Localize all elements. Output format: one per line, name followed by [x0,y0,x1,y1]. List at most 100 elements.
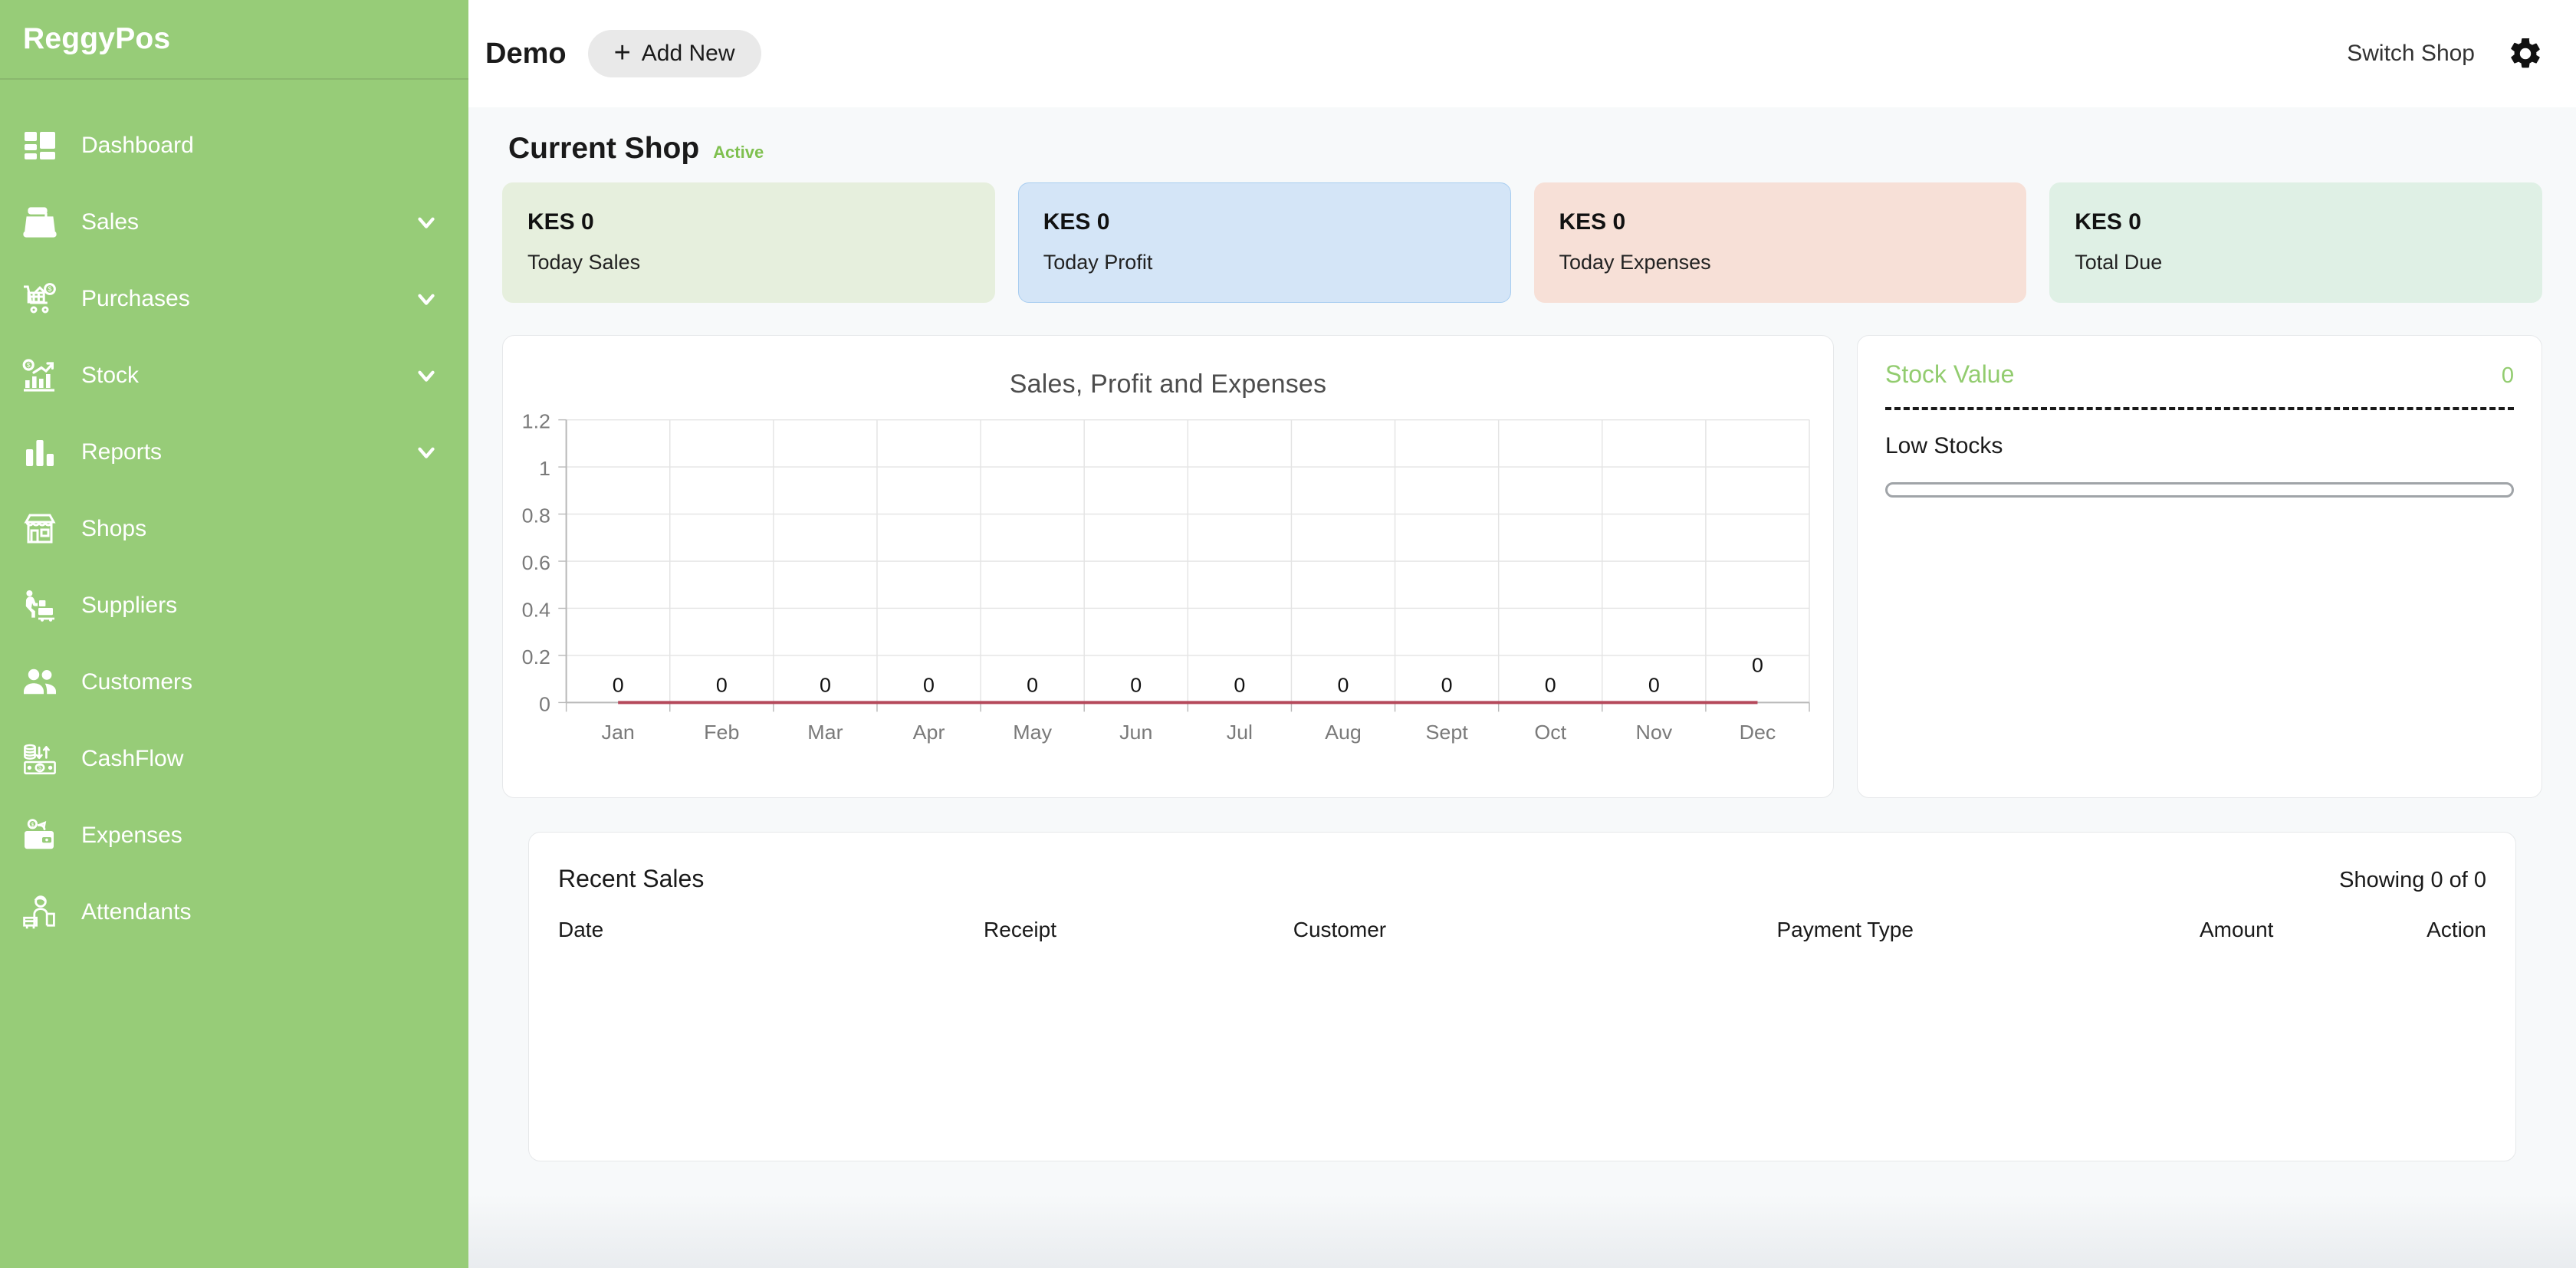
table-header-row: Date Receipt Customer Payment Type Amoun… [555,913,2489,947]
stock-value-row: Stock Value 0 [1885,359,2514,389]
main-area: Demo + Add New Switch Shop Current Shop … [468,0,2576,1268]
divider [1885,407,2514,410]
svg-text:0: 0 [1441,674,1453,696]
sidebar-item-label: Expenses [81,823,182,848]
shopping-cart-icon: $ [20,279,60,319]
brand-name: ReggyPos [23,22,171,55]
stat-card-today-expenses[interactable]: KES 0 Today Expenses [1533,182,2027,303]
svg-text:0: 0 [1027,674,1038,696]
recent-sales-wrap: Recent Sales Showing 0 of 0 Date Receipt… [495,798,2550,1161]
stock-value-amount: 0 [2501,363,2514,388]
sidebar-item-dashboard[interactable]: Dashboard [0,107,468,184]
cashflow-icon: $ [20,739,60,779]
svg-text:0: 0 [923,674,935,696]
svg-text:$: $ [38,764,42,771]
storefront-icon [20,509,60,549]
svg-text:Aug: Aug [1325,721,1362,744]
sales-profit-expenses-chart-card: Sales, Profit and Expenses 1.2 1 0.8 0.6 0.4… [502,335,1834,798]
column-header-customer[interactable]: Customer [1290,913,1774,947]
sidebar-item-label: Reports [81,439,163,465]
svg-text:0: 0 [1545,674,1556,696]
sidebar-item-purchases[interactable]: $ Purchases [0,261,468,337]
sidebar-item-label: Attendants [81,899,192,925]
gear-icon[interactable] [2507,35,2544,72]
brand-logo[interactable]: ReggyPos [0,0,468,80]
stat-value: KES 0 [1559,209,1626,235]
attendant-icon [20,892,60,932]
stat-label: Total Due [2075,251,2163,274]
recent-sales-card: Recent Sales Showing 0 of 0 Date Receipt… [528,832,2516,1161]
cash-register-icon [20,202,60,242]
sidebar-item-customers[interactable]: Customers [0,644,468,721]
panels-row: Sales, Profit and Expenses 1.2 1 0.8 0.6 0.4… [495,303,2550,798]
svg-text:$: $ [27,361,31,369]
svg-text:0: 0 [1130,674,1142,696]
svg-text:0.4: 0.4 [522,599,550,621]
topbar: Demo + Add New Switch Shop [468,0,2576,107]
sidebar-item-sales[interactable]: Sales [0,184,468,261]
switch-shop-button[interactable]: Switch Shop [2347,41,2475,67]
sidebar-item-shops[interactable]: Shops [0,491,468,567]
chevron-down-icon[interactable] [413,363,439,389]
sidebar-item-label: Dashboard [81,133,194,158]
svg-text:0: 0 [539,693,550,715]
sidebar: ReggyPos Dashboard Sales $ Purchases $ S… [0,0,468,1268]
svg-text:Dec: Dec [1740,721,1776,744]
sales-profit-expenses-chart[interactable]: 1.2 1 0.8 0.6 0.4 0.2 0 0 0 0 0 0 0 0 0 0 0 0 0 Jan Feb Mar Ap… [503,336,1833,797]
recent-sales-title: Recent Sales [558,865,705,892]
delivery-icon [20,586,60,626]
bar-chart-icon [20,432,60,472]
column-header-action[interactable]: Action [2276,913,2489,947]
stat-value: KES 0 [2075,209,2141,235]
sidebar-item-reports[interactable]: Reports [0,414,468,491]
stat-card-total-due[interactable]: KES 0 Total Due [2049,182,2542,303]
wallet-icon: $ [20,816,60,856]
column-header-receipt[interactable]: Receipt [981,913,1290,947]
svg-text:Jan: Jan [602,721,635,744]
stat-card-today-sales[interactable]: KES 0 Today Sales [502,182,995,303]
sidebar-item-label: Suppliers [81,593,178,618]
chevron-down-icon[interactable] [413,286,439,312]
sidebar-nav: Dashboard Sales $ Purchases $ Stock Repo… [0,80,468,951]
column-header-date[interactable]: Date [555,913,981,947]
svg-text:Apr: Apr [913,721,945,744]
stat-value: KES 0 [1043,209,1110,235]
stat-label: Today Profit [1043,251,1153,274]
stat-label: Today Expenses [1559,251,1711,274]
sidebar-item-attendants[interactable]: Attendants [0,874,468,951]
svg-text:0: 0 [1648,674,1660,696]
stat-label: Today Sales [527,251,641,274]
svg-text:Nov: Nov [1635,721,1673,744]
recent-sales-table: Date Receipt Customer Payment Type Amoun… [555,913,2489,947]
column-header-amount[interactable]: Amount [2045,913,2277,947]
add-new-button[interactable]: + Add New [587,30,761,77]
low-stocks-progress-bar [1885,482,2514,498]
app-root: ReggyPos Dashboard Sales $ Purchases $ S… [0,0,2576,1268]
content-area: Current Shop Active KES 0 Today Sales KE… [468,107,2576,1268]
column-header-payment-type[interactable]: Payment Type [1773,913,2044,947]
low-stocks-label: Low Stocks [1885,433,2003,458]
svg-text:Sept: Sept [1425,721,1468,744]
svg-text:0: 0 [1338,674,1349,696]
chevron-down-icon[interactable] [413,209,439,235]
stat-card-today-profit[interactable]: KES 0 Today Profit [1017,182,1511,303]
chevron-down-icon[interactable] [413,439,439,465]
svg-text:0: 0 [716,674,728,696]
people-icon [20,662,60,702]
svg-text:May: May [1013,721,1053,744]
plus-icon: + [613,36,631,69]
sidebar-item-stock[interactable]: $ Stock [0,337,468,414]
sidebar-item-label: Shops [81,516,147,541]
sidebar-item-label: Purchases [81,286,190,311]
dashboard-icon [20,126,60,166]
svg-text:0.2: 0.2 [522,645,550,668]
svg-text:Feb: Feb [704,721,739,744]
sidebar-item-cashflow[interactable]: $ CashFlow [0,721,468,797]
page-title: Demo [485,37,567,70]
sidebar-item-expenses[interactable]: $ Expenses [0,797,468,874]
svg-text:Jul: Jul [1227,721,1253,744]
svg-text:0: 0 [1752,654,1763,676]
sidebar-item-suppliers[interactable]: Suppliers [0,567,468,644]
add-new-label: Add New [641,41,735,66]
showing-count: Showing 0 of 0 [2339,868,2486,892]
